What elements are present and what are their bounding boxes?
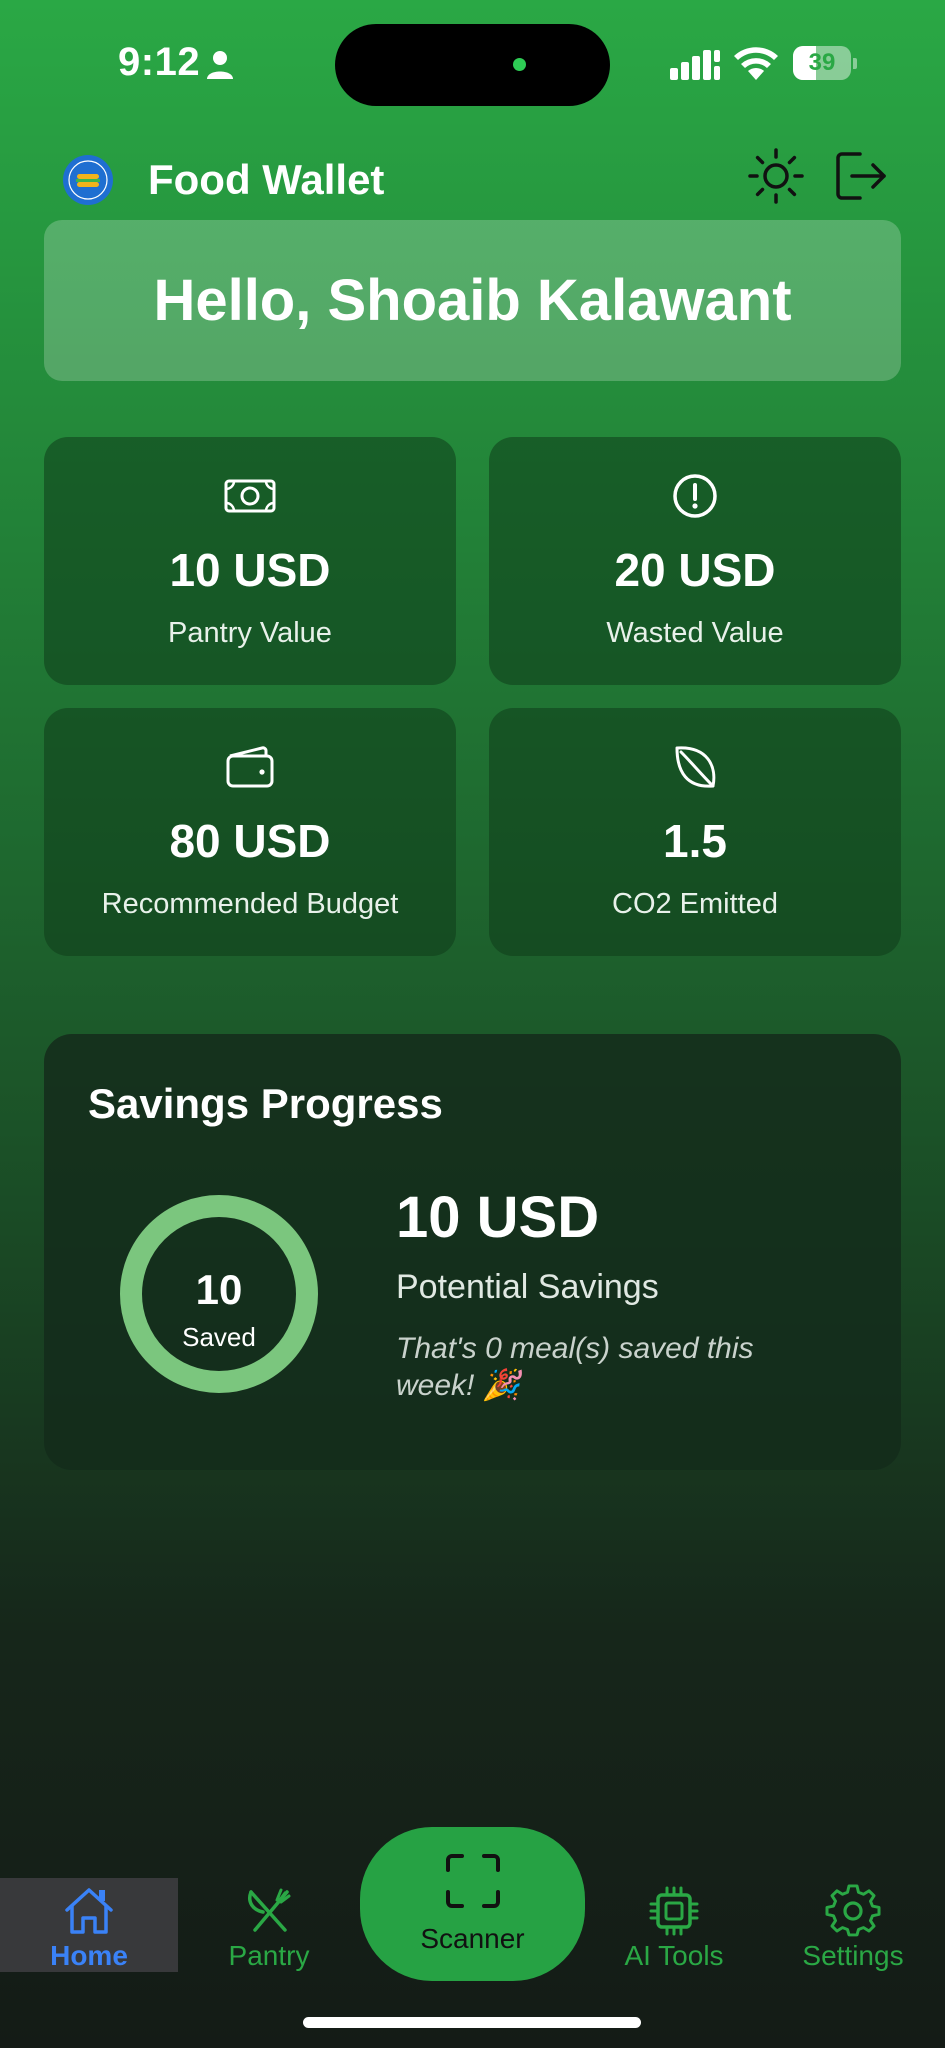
potential-savings-amount: 10 USD <box>396 1185 600 1250</box>
pantry-value: 10 USD <box>169 544 331 596</box>
money-icon <box>224 479 276 513</box>
tab-settings-label: Settings <box>802 1940 904 1971</box>
battery-percent: 39 <box>808 49 836 76</box>
recommended-budget-card: 80 USD Recommended Budget <box>44 708 456 956</box>
pantry-value-card: 10 USD Pantry Value <box>44 437 456 685</box>
leaf-icon <box>675 746 716 788</box>
wallet-icon <box>226 746 274 788</box>
app-header: Food Wallet <box>0 140 945 220</box>
camera-indicator-dot <box>513 58 526 71</box>
tab-ai-tools-label: AI Tools <box>624 1940 724 1971</box>
wasted-value-label: Wasted Value <box>606 617 784 649</box>
savings-progress-card: Savings Progress 10 Saved 10 USD Potenti… <box>44 1034 901 1470</box>
dynamic-island <box>335 24 610 106</box>
scanner-button[interactable]: Scanner <box>360 1827 585 1981</box>
co2-emitted-card: 1.5 CO2 Emitted <box>489 708 901 956</box>
home-indicator <box>303 2017 641 2028</box>
pantry-value-label: Pantry Value <box>168 617 332 649</box>
recommended-budget-value: 80 USD <box>169 815 331 867</box>
co2-emitted-label: CO2 Emitted <box>612 888 778 920</box>
tab-home[interactable]: Home <box>0 1878 178 1972</box>
scanner-label: Scanner <box>420 1923 525 1954</box>
food-wallet-logo <box>63 155 113 205</box>
savings-ring-value: 10 <box>195 1266 243 1313</box>
fork-knife-icon <box>248 1888 291 1932</box>
tab-settings[interactable]: Settings <box>764 1878 942 1972</box>
savings-ring-label: Saved <box>182 1322 256 1352</box>
greeting-text: Hello, Shoaib Kalawant <box>153 268 792 333</box>
greeting-card: Hello, Shoaib Kalawant <box>44 220 901 381</box>
savings-title: Savings Progress <box>88 1080 443 1127</box>
co2-emitted-value: 1.5 <box>663 815 727 867</box>
home-icon <box>65 1888 113 1934</box>
bottom-tab-bar: Home Pantry Scanner AI Tools Settings <box>0 1825 945 1985</box>
tab-home-label: Home <box>50 1940 128 1971</box>
scan-frame-icon <box>446 1854 500 1908</box>
theme-toggle-sun-icon[interactable] <box>746 146 806 206</box>
status-bar: 9:12 39 <box>0 0 945 130</box>
recommended-budget-label: Recommended Budget <box>101 888 399 920</box>
status-time: 9:12 <box>118 40 201 84</box>
battery-indicator: 39 <box>793 46 857 80</box>
alert-circle-icon <box>673 474 717 518</box>
tab-pantry[interactable]: Pantry <box>180 1878 358 1972</box>
app-title: Food Wallet <box>148 156 385 203</box>
chip-icon <box>649 1886 699 1936</box>
tab-pantry-label: Pantry <box>228 1940 310 1971</box>
logout-icon[interactable] <box>830 146 890 206</box>
wasted-value-card: 20 USD Wasted Value <box>489 437 901 685</box>
wasted-value: 20 USD <box>614 544 776 596</box>
person-icon <box>207 51 233 79</box>
meals-saved-note: That's 0 meal(s) saved this week! 🎉 <box>396 1332 754 1402</box>
potential-savings-label: Potential Savings <box>396 1268 659 1306</box>
gear-icon <box>825 1884 881 1937</box>
cellular-signal-icon <box>670 50 720 80</box>
wifi-icon <box>734 47 778 80</box>
tab-ai-tools[interactable]: AI Tools <box>585 1878 763 1972</box>
